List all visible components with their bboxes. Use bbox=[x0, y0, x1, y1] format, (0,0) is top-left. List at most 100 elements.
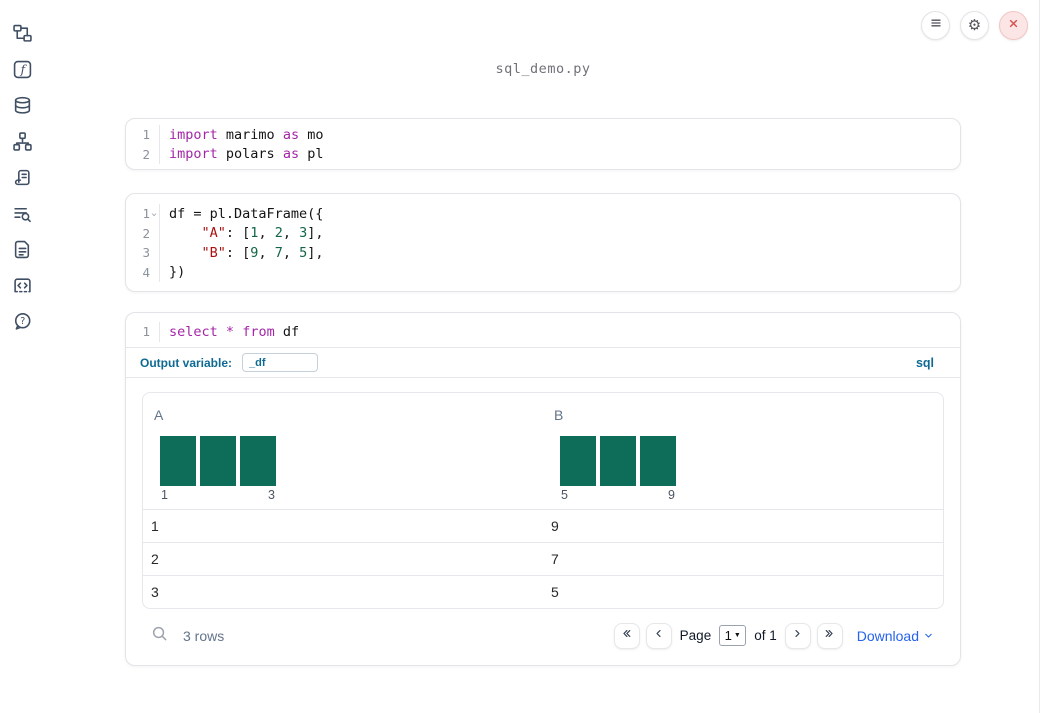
helper-panel-sidebar: f ? bbox=[0, 24, 44, 331]
function-square-icon[interactable]: f bbox=[11, 60, 33, 79]
axis-max-label: 3 bbox=[268, 488, 275, 502]
chevron-right-icon bbox=[791, 627, 804, 645]
column-name: B bbox=[554, 407, 564, 423]
svg-text:?: ? bbox=[20, 316, 25, 327]
table-cell: 5 bbox=[551, 584, 559, 600]
table-cell: 9 bbox=[551, 518, 559, 534]
sql-cell: 1 select * from df Output variable: sql A… bbox=[125, 312, 961, 666]
download-label: Download bbox=[856, 627, 919, 644]
gear-icon: ⚙ bbox=[967, 16, 982, 34]
line-number: 1 bbox=[142, 127, 150, 143]
database-icon[interactable] bbox=[11, 96, 33, 115]
code-line[interactable]: 4}) bbox=[128, 262, 960, 282]
line-number: 2 bbox=[142, 146, 150, 162]
prev-page-button[interactable] bbox=[645, 622, 672, 649]
sql-code-editor[interactable]: 1 select * from df bbox=[126, 313, 960, 348]
code-cell-imports[interactable]: 1 import marimo as mo 2 import polars as pl bbox=[125, 118, 961, 170]
chevron-down-icon bbox=[923, 628, 934, 644]
histogram-axis-labels: 13 bbox=[160, 486, 276, 502]
line-number: 1 bbox=[142, 206, 150, 222]
output-variable-row: Output variable: sql bbox=[126, 348, 960, 378]
page-total-label: of 1 bbox=[754, 628, 777, 643]
histogram-bar bbox=[600, 436, 636, 486]
code-text: df = pl.DataFrame({ bbox=[159, 204, 323, 224]
page-edge-divider bbox=[1039, 0, 1040, 713]
code-line[interactable]: 3 "B": [9, 7, 5], bbox=[128, 243, 960, 263]
chevrons-right-icon bbox=[823, 627, 836, 645]
output-variable-input[interactable] bbox=[242, 353, 319, 372]
chevrons-left-icon bbox=[620, 627, 633, 645]
table-cell: 2 bbox=[151, 551, 159, 567]
svg-text:f: f bbox=[19, 63, 27, 77]
table-cell: 3 bbox=[151, 584, 159, 600]
code-text: "B": [9, 7, 5], bbox=[159, 243, 324, 263]
column-header-B[interactable]: B59 bbox=[543, 393, 943, 509]
column-name: A bbox=[154, 407, 164, 423]
last-page-button[interactable] bbox=[816, 622, 843, 649]
output-variable-label: Output variable: bbox=[140, 355, 233, 370]
download-button[interactable]: Download bbox=[857, 628, 934, 644]
search-icon[interactable] bbox=[151, 625, 168, 647]
code-text: "A": [1, 2, 3], bbox=[159, 223, 324, 243]
histogram-bar bbox=[200, 436, 236, 486]
table-cell: 7 bbox=[551, 551, 559, 567]
scroll-icon[interactable] bbox=[11, 168, 33, 187]
code-line[interactable]: 1 select * from df bbox=[128, 322, 960, 342]
close-icon bbox=[1006, 16, 1021, 36]
help-icon[interactable]: ? bbox=[11, 312, 33, 331]
code-editor[interactable]: 1 import marimo as mo 2 import polars as pl bbox=[126, 119, 960, 169]
table-header-row: A13B59 bbox=[143, 393, 943, 509]
axis-min-label: 5 bbox=[561, 488, 568, 502]
code-line[interactable]: 2 "A": [1, 2, 3], bbox=[128, 223, 960, 243]
code-line[interactable]: 2 import polars as pl bbox=[128, 144, 960, 164]
notebook-filename[interactable]: sql_demo.py bbox=[125, 61, 961, 77]
fold-chevron-icon[interactable]: › bbox=[148, 206, 161, 222]
dataframe-table: A13B59 192735 bbox=[142, 392, 944, 609]
column-histogram bbox=[560, 436, 932, 486]
settings-button[interactable]: ⚙ bbox=[960, 11, 989, 40]
line-number: 2 bbox=[142, 225, 150, 241]
file-tree-icon[interactable] bbox=[11, 24, 33, 43]
shutdown-button[interactable] bbox=[999, 11, 1028, 40]
line-number: 1 bbox=[142, 324, 150, 340]
table-row: 19 bbox=[143, 509, 943, 542]
row-count: 3 rows bbox=[183, 627, 225, 644]
page-select[interactable]: 1 ▼ bbox=[719, 625, 747, 646]
list-search-icon[interactable] bbox=[11, 204, 33, 223]
chevron-down-icon: ▼ bbox=[733, 632, 741, 639]
code-line[interactable]: 1 › df = pl.DataFrame({ bbox=[128, 204, 960, 224]
line-number: 3 bbox=[142, 245, 150, 261]
code-text: }) bbox=[159, 262, 185, 282]
histogram-bar bbox=[160, 436, 196, 486]
table-cell: 1 bbox=[151, 518, 159, 534]
code-text: import marimo as mo bbox=[159, 125, 323, 145]
table-body: 192735 bbox=[143, 509, 943, 608]
histogram-bar bbox=[640, 436, 676, 486]
axis-min-label: 1 bbox=[161, 488, 168, 502]
code-cell-dataframe[interactable]: 1 › df = pl.DataFrame({2 "A": [1, 2, 3], 3 … bbox=[125, 193, 961, 292]
hamburger-icon bbox=[928, 15, 944, 36]
menu-button[interactable] bbox=[921, 11, 950, 40]
table-footer: 3 rows Page 1 ▼ of 1 Download bbox=[126, 609, 960, 662]
line-number: 4 bbox=[142, 264, 150, 280]
dependency-graph-icon[interactable] bbox=[11, 132, 33, 151]
code-snippet-icon[interactable] bbox=[11, 276, 33, 295]
code-text: select * from df bbox=[159, 322, 299, 342]
next-page-button[interactable] bbox=[784, 622, 811, 649]
page-label: Page bbox=[679, 628, 712, 643]
window-controls: ⚙ bbox=[921, 11, 1028, 40]
code-editor[interactable]: 1 › df = pl.DataFrame({2 "A": [1, 2, 3], 3 … bbox=[126, 194, 960, 287]
histogram-bar bbox=[240, 436, 276, 486]
page-select-value: 1 bbox=[724, 628, 732, 643]
table-row: 27 bbox=[143, 542, 943, 575]
column-header-A[interactable]: A13 bbox=[143, 393, 543, 509]
language-badge: sql bbox=[915, 355, 934, 370]
pagination: Page 1 ▼ of 1 bbox=[613, 622, 843, 649]
chevron-left-icon bbox=[652, 627, 665, 645]
document-icon[interactable] bbox=[11, 240, 33, 259]
first-page-button[interactable] bbox=[613, 622, 640, 649]
histogram-bar bbox=[560, 436, 596, 486]
column-histogram bbox=[160, 436, 532, 486]
table-row: 35 bbox=[143, 575, 943, 608]
code-line[interactable]: 1 import marimo as mo bbox=[128, 125, 960, 145]
